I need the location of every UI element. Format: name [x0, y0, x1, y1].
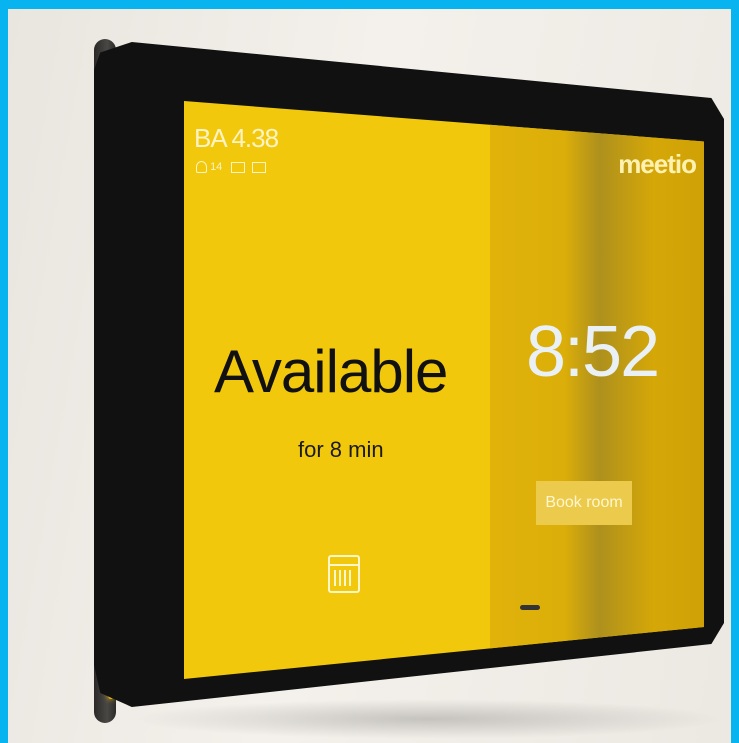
camera-sensor	[520, 605, 540, 610]
calendar-icon[interactable]	[328, 555, 360, 593]
brand-logo: meetio	[618, 149, 697, 179]
status-label: Available	[214, 338, 448, 405]
photo-background: BA 4.38 14 meetio Available for 8 min 8:…	[8, 9, 731, 743]
book-room-button[interactable]: Book room	[536, 481, 632, 525]
booking-screen: BA 4.38 14 meetio Available for 8 min 8:…	[184, 101, 704, 679]
wall-shadow	[128, 699, 728, 739]
calendar-grid	[334, 570, 354, 586]
status-remaining: for 8 min	[298, 437, 384, 462]
person-icon	[196, 161, 207, 174]
capacity-count: 14	[210, 161, 223, 173]
display-icon	[252, 161, 267, 173]
room-features: 14	[196, 161, 267, 174]
screen-icon	[231, 161, 246, 173]
room-name: BA 4.38	[194, 123, 279, 153]
clock: 8:52	[526, 312, 660, 392]
